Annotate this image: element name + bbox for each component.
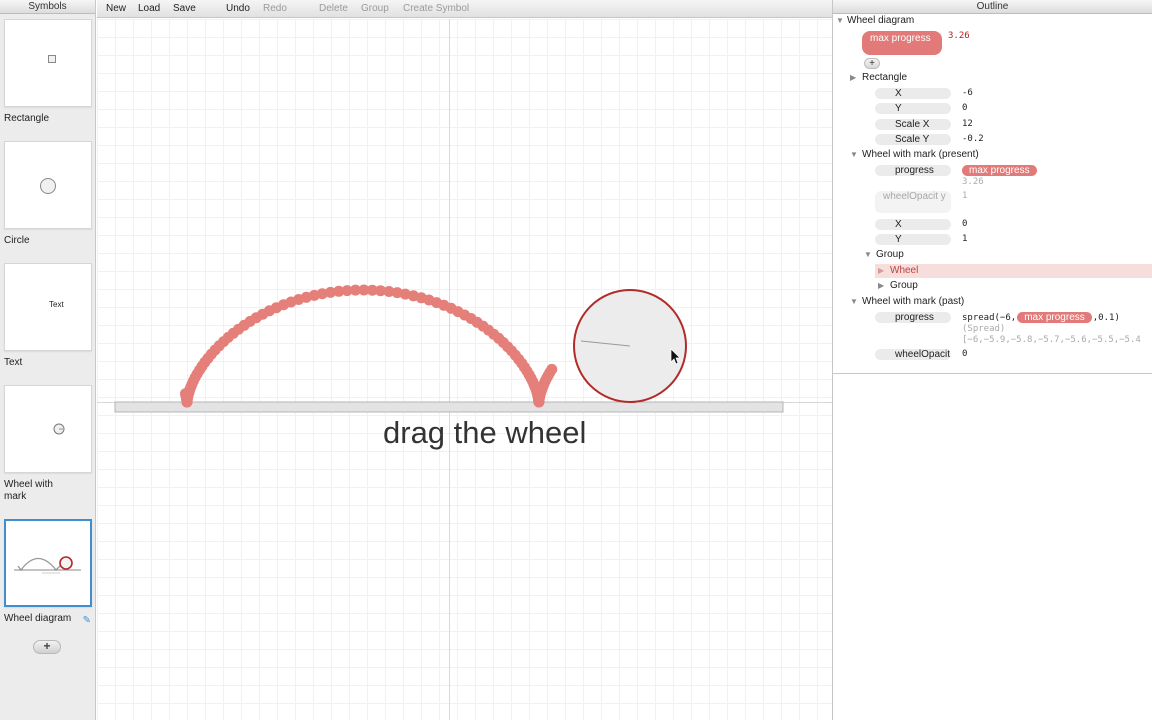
symbol-wheel-with-mark[interactable]: Wheel with mark: [4, 385, 92, 503]
ground-rectangle[interactable]: [114, 401, 784, 413]
load-button[interactable]: Load: [138, 3, 160, 14]
outline-panel-title: Outline: [833, 0, 1152, 14]
symbol-text[interactable]: Text Text: [4, 263, 92, 369]
symbol-thumbnail[interactable]: [4, 19, 92, 107]
outline-subgroup[interactable]: Group: [890, 280, 918, 291]
outline-root[interactable]: Wheel diagram: [847, 15, 914, 26]
create-symbol-button[interactable]: Create Symbol: [403, 3, 469, 14]
add-symbol-button[interactable]: +: [33, 640, 61, 654]
prop-progress-label: progress: [875, 312, 951, 323]
delete-button[interactable]: Delete: [319, 3, 348, 14]
prop-x-label: X: [875, 219, 951, 230]
disclosure-expanded-icon[interactable]: ▼: [836, 16, 844, 25]
progress-evaluated-value: 3.26: [962, 177, 984, 187]
disclosure-expanded-icon[interactable]: ▼: [850, 150, 858, 159]
symbol-label: Wheel diagram: [4, 613, 72, 624]
disclosure-expanded-icon[interactable]: ▼: [850, 297, 858, 306]
symbol-thumbnail[interactable]: [4, 385, 92, 473]
progress-ref-max-progress[interactable]: max progress: [1017, 312, 1092, 323]
new-button[interactable]: New: [106, 3, 126, 14]
prop-scale-y-label: Scale Y: [875, 134, 951, 145]
add-variable-button[interactable]: +: [864, 58, 880, 69]
rectangle-shape: [48, 55, 56, 63]
outline-wheel[interactable]: Wheel: [890, 265, 918, 276]
toolbar: New Load Save Undo Redo Delete Group Cre…: [97, 0, 832, 18]
progress-ref-max-progress[interactable]: max progress: [962, 165, 1037, 176]
symbol-thumbnail[interactable]: Text: [4, 263, 92, 351]
symbol-label: Text: [4, 357, 23, 368]
max-progress-variable[interactable]: max progress: [862, 31, 942, 55]
prop-y-label: Y: [875, 234, 951, 245]
prop-x-value[interactable]: -6: [962, 88, 973, 98]
prop-progress-label: progress: [875, 165, 951, 176]
prop-y-label: Y: [875, 103, 951, 114]
symbol-thumbnail[interactable]: [4, 141, 92, 229]
prop-x-label: X: [875, 88, 951, 99]
spread-note: (Spread): [962, 324, 1006, 334]
drawing-surface: [114, 284, 784, 413]
redo-button[interactable]: Redo: [263, 3, 287, 14]
undo-button[interactable]: Undo: [226, 3, 250, 14]
outline-wheel-present[interactable]: Wheel with mark (present): [862, 149, 979, 160]
group-button[interactable]: Group: [361, 3, 389, 14]
expression-prefix: spread(−6,: [962, 313, 1017, 323]
prop-y-value[interactable]: 0: [962, 103, 967, 113]
expression-suffix: ,0.1): [1092, 313, 1120, 323]
disclosure-expanded-icon[interactable]: ▼: [864, 250, 872, 259]
progress-expression[interactable]: spread(−6, max progress ,0.1): [962, 312, 1120, 323]
prop-wheel-opacity-value[interactable]: 1: [962, 191, 967, 201]
prop-x-value[interactable]: 0: [962, 219, 967, 229]
symbol-wheel-diagram[interactable]: Wheel diagram ✎: [4, 519, 92, 626]
caption-text[interactable]: drag the wheel: [383, 415, 586, 451]
symbol-circle[interactable]: Circle: [4, 141, 92, 247]
circle-shape: [40, 178, 56, 194]
pencil-icon[interactable]: ✎: [83, 615, 91, 626]
spread-values: [−6,−5.9,−5.8,−5.7,−5.6,−5.5,−5.4: [962, 335, 1141, 345]
symbols-panel: Symbols Rectangle Circle Text Text Wheel…: [0, 0, 96, 720]
outline-rectangle[interactable]: Rectangle: [862, 72, 907, 83]
prop-y-value[interactable]: 1: [962, 234, 967, 244]
outline-wheel-past[interactable]: Wheel with mark (past): [862, 296, 964, 307]
prop-wheel-opacity-value[interactable]: 0: [962, 349, 967, 359]
prop-wheel-opacity-label: wheelOpacit: [875, 349, 951, 360]
max-progress-value[interactable]: 3.26: [948, 31, 970, 41]
prop-wheel-opacity-label: wheelOpacit y: [875, 191, 951, 213]
outline-group[interactable]: Group: [876, 249, 904, 260]
disclosure-collapsed-icon[interactable]: ▶: [878, 281, 884, 290]
prop-scale-x-label: Scale X: [875, 119, 951, 130]
wheel-diagram-shape: [14, 556, 81, 574]
canvas[interactable]: drag the wheel: [97, 19, 832, 720]
trail-dots: [180, 284, 558, 408]
symbol-thumbnail[interactable]: [4, 519, 92, 607]
prop-scale-y-value[interactable]: -0.2: [962, 134, 984, 144]
disclosure-collapsed-icon[interactable]: ▶: [850, 73, 856, 82]
symbol-label: Rectangle: [4, 113, 50, 124]
text-shape: Text: [49, 300, 64, 309]
disclosure-collapsed-icon[interactable]: ▶: [878, 266, 884, 275]
symbol-label: Circle: [4, 235, 30, 246]
trail-dot: [546, 363, 558, 375]
prop-scale-x-value[interactable]: 12: [962, 119, 973, 129]
symbol-label: Wheel with mark: [4, 479, 53, 502]
symbol-rectangle[interactable]: Rectangle: [4, 19, 92, 125]
symbols-panel-title: Symbols: [0, 0, 95, 14]
save-button[interactable]: Save: [173, 3, 196, 14]
wheel-with-mark-shape: [53, 423, 65, 435]
